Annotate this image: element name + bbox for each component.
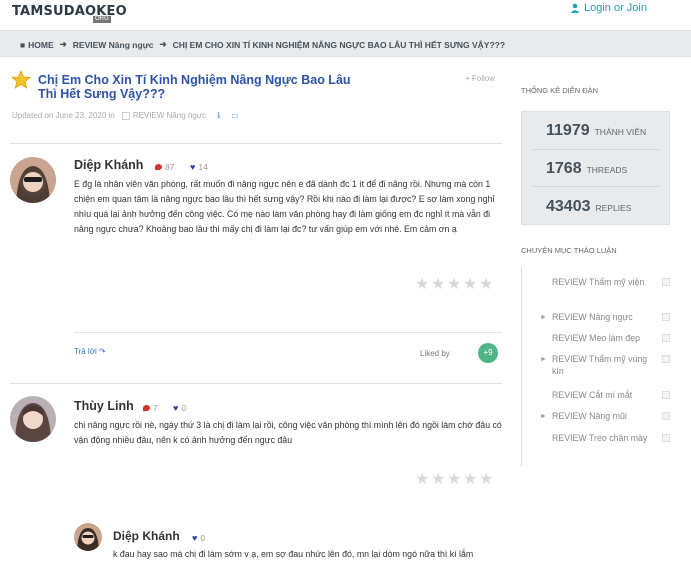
- chevron-right-icon[interactable]: ►: [540, 413, 547, 420]
- stat-label: THREADS: [586, 165, 628, 175]
- star-icon[interactable]: ★: [479, 277, 494, 293]
- divider: [10, 383, 502, 384]
- thread-title: Chị Em Cho Xin Tí Kinh Nghiệm Nâng Ngực …: [38, 73, 351, 101]
- stat-value: 43403: [546, 198, 591, 215]
- like-count: ♥ 14: [190, 162, 208, 172]
- heart-icon: ♥: [190, 162, 196, 172]
- stat-value: 1768: [546, 160, 582, 177]
- breadcrumb: ■ HOME ➜ REVIEW Nâng ngực ➜ CHỊ EM CHO X…: [0, 30, 691, 57]
- category-item[interactable]: REVIEW Thẩm mỹ viện: [552, 276, 652, 288]
- star-icon[interactable]: ★: [447, 472, 462, 488]
- categories-title: CHUYÊN MỤC THẢO LUẬN: [521, 246, 617, 255]
- checkbox[interactable]: [662, 313, 670, 321]
- comment-icon: [143, 405, 150, 411]
- category-item[interactable]: REVIEW Nâng ngực: [552, 311, 652, 323]
- post-body: chị nâng ngực rồi nè, ngày thứ 3 là chị …: [74, 420, 502, 445]
- star-icon[interactable]: ★: [447, 277, 462, 293]
- breadcrumb-home[interactable]: HOME: [28, 40, 54, 50]
- follow-label: Follow: [471, 74, 496, 83]
- breadcrumb-current: CHỊ EM CHO XIN TÍ KINH NGHIỆM NÂNG NGỰC …: [172, 39, 506, 50]
- user-icon: [570, 3, 580, 13]
- stats-title: THỐNG KÊ DIỄN ĐÀN: [521, 86, 599, 95]
- star-icon[interactable]: ★: [431, 277, 446, 293]
- checkbox[interactable]: [662, 412, 670, 420]
- like-count: ♥ 0: [173, 403, 186, 413]
- category-item[interactable]: REVIEW Mẹo làm đẹp: [552, 332, 652, 344]
- meta-category[interactable]: REVIEW Nâng ngực: [133, 111, 206, 120]
- star-icon: [11, 70, 31, 89]
- arrow-right-icon: ➜: [159, 39, 167, 49]
- like-count-value: 14: [198, 162, 208, 172]
- breadcrumb-section[interactable]: REVIEW Nâng ngực: [73, 40, 154, 50]
- stat-members: 11979 THÀNH VIÊN: [546, 122, 646, 140]
- like-count-value: 0: [200, 533, 206, 543]
- star-icon[interactable]: ★: [463, 277, 478, 293]
- post-body: k đau hay sao mà chị đi làm sớm v ạ, em …: [113, 549, 474, 559]
- like-badge[interactable]: +9: [478, 343, 498, 363]
- thread-meta: Updated on June 23, 2020 in REVIEW Nâng …: [12, 111, 239, 120]
- avatar[interactable]: [74, 523, 102, 551]
- liked-by-label: Liked by: [420, 349, 450, 358]
- post-body: E đg là nhân viên văn phòng, rất muốn đi…: [74, 179, 495, 234]
- star-icon[interactable]: ★: [415, 472, 430, 488]
- avatar[interactable]: [10, 396, 56, 442]
- stat-label: THÀNH VIÊN: [594, 127, 647, 137]
- login-label: Login or Join: [584, 2, 647, 14]
- heart-icon: ♥: [192, 533, 198, 543]
- divider: [521, 267, 522, 467]
- rating-stars[interactable]: ★ ★ ★ ★ ★: [415, 277, 494, 293]
- chevron-right-icon[interactable]: ►: [540, 314, 547, 321]
- like-count-value: 0: [181, 403, 187, 413]
- stat-value: 11979: [546, 122, 590, 139]
- star-icon[interactable]: ★: [463, 472, 478, 488]
- stat-threads: 1768 THREADS: [546, 160, 627, 178]
- reply-button[interactable]: Trả lời ↷: [74, 347, 106, 356]
- home-icon: ■: [20, 39, 26, 50]
- like-count: ♥ 0: [192, 533, 205, 543]
- checkbox[interactable]: [662, 278, 670, 286]
- post-author[interactable]: Diệp Khánh: [113, 529, 180, 543]
- checkbox[interactable]: [662, 334, 670, 342]
- divider: [74, 332, 502, 333]
- star-icon[interactable]: ★: [415, 277, 430, 293]
- site-logo-sub: ORG: [93, 16, 111, 23]
- heart-icon: ♥: [173, 403, 179, 413]
- category-item[interactable]: REVIEW Nâng mũi: [552, 410, 652, 422]
- post-author[interactable]: Thùy Linh: [74, 399, 134, 413]
- divider: [532, 149, 661, 150]
- divider: [532, 186, 661, 187]
- reply-icon: ↷: [98, 347, 106, 356]
- comment-count: 87: [155, 162, 174, 172]
- info-icon[interactable]: ℹ: [217, 111, 220, 120]
- divider: [10, 143, 502, 144]
- checkbox[interactable]: [662, 355, 670, 363]
- comment-count-value: 7: [153, 403, 158, 413]
- star-icon[interactable]: ★: [479, 472, 494, 488]
- star-icon[interactable]: ★: [431, 472, 446, 488]
- category-item[interactable]: REVIEW Thẩm mỹ vùng kín: [552, 353, 652, 377]
- rating-stars[interactable]: ★ ★ ★ ★ ★: [415, 472, 494, 488]
- login-link[interactable]: Login or Join: [570, 2, 647, 14]
- category-icon: [121, 111, 130, 120]
- follow-button[interactable]: + Follow: [465, 74, 495, 83]
- stats-box: 11979 THÀNH VIÊN 1768 THREADS 43403 REPL…: [521, 111, 670, 225]
- arrow-right-icon: ➜: [59, 39, 67, 49]
- trash-icon[interactable]: ▭: [231, 111, 239, 120]
- avatar[interactable]: [10, 157, 56, 203]
- checkbox[interactable]: [662, 434, 670, 442]
- category-item[interactable]: REVIEW Cắt mí mắt: [552, 389, 652, 401]
- top-bar: TAMSUDAOKEO ORG Login or Join: [0, 0, 691, 30]
- post-author[interactable]: Diệp Khánh: [74, 158, 143, 172]
- category-item[interactable]: REVIEW Treo chân mày: [552, 432, 652, 444]
- comment-icon: [155, 164, 162, 170]
- stat-label: REPLIES: [595, 203, 632, 213]
- chevron-right-icon[interactable]: ►: [540, 356, 547, 363]
- reply-label: Trả lời: [74, 347, 97, 356]
- comment-count-value: 87: [165, 162, 175, 172]
- meta-updated: Updated on June 23, 2020 in: [12, 111, 115, 120]
- plus-icon: +: [465, 74, 470, 83]
- stat-replies: 43403 REPLIES: [546, 198, 631, 216]
- comment-count: 7: [143, 403, 158, 413]
- checkbox[interactable]: [662, 391, 670, 399]
